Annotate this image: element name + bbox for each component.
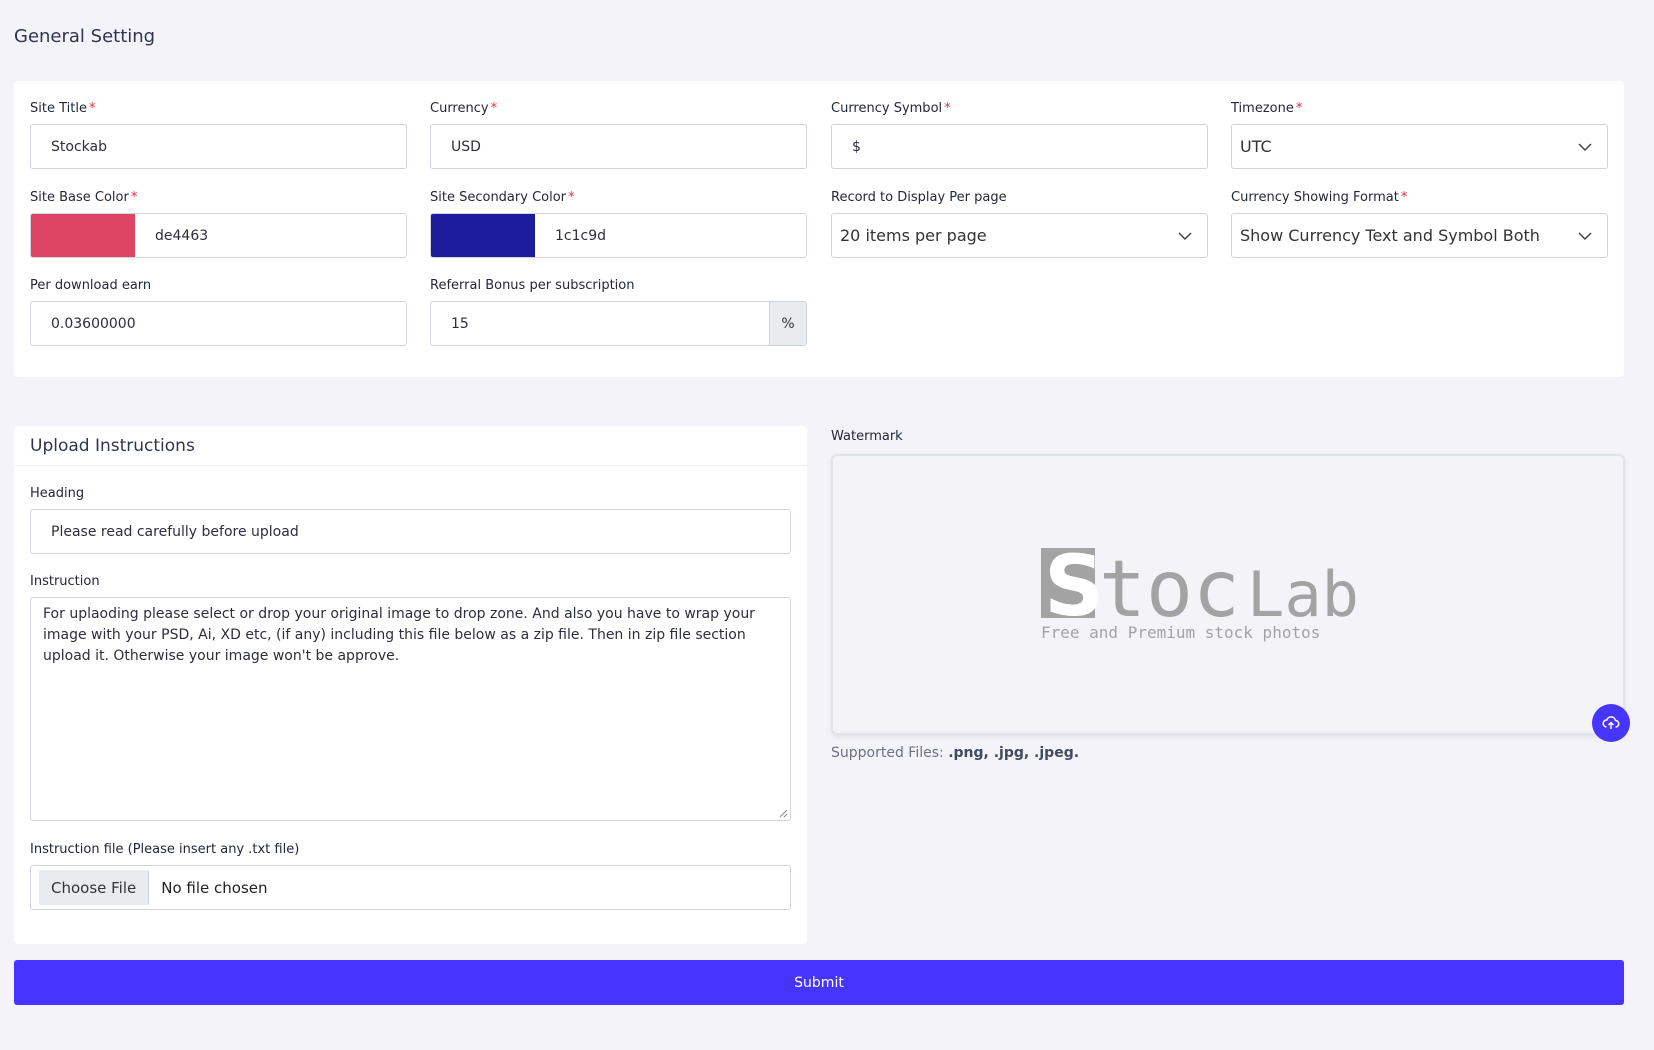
watermark-label: Watermark (831, 429, 903, 444)
per-download-earn-label: Per download earn (30, 278, 152, 293)
heading-field: Heading Please read carefully before upl… (30, 484, 791, 554)
referral-bonus-field: Referral Bonus per subscription 15 % (430, 276, 807, 346)
instruction-textarea[interactable]: For uplaoding please select or drop your… (30, 597, 791, 821)
site-base-color-input[interactable]: de4463 (30, 213, 407, 258)
timezone-select[interactable]: UTC (1231, 124, 1608, 169)
site-title-input[interactable]: Stockab (30, 124, 407, 169)
currency-format-select[interactable]: Show Currency Text and Symbol Both (1231, 213, 1608, 258)
site-secondary-color-label: Site Secondary Color * (430, 190, 575, 205)
svg-text:Free and Premium stock photos: Free and Premium stock photos (1041, 623, 1320, 642)
page-title: General Setting (14, 26, 156, 47)
records-per-page-label: Record to Display Per page (831, 190, 1007, 205)
site-secondary-color-input[interactable]: 1c1c9d (430, 213, 807, 258)
currency-symbol-label: Currency Symbol * (831, 101, 951, 116)
currency-input[interactable]: USD (430, 124, 807, 169)
site-title-label: Site Title * (30, 101, 96, 116)
chevron-down-icon (1178, 232, 1192, 241)
chevron-down-icon (1578, 232, 1592, 241)
no-file-text: No file chosen (161, 878, 268, 897)
timezone-label: Timezone * (1231, 101, 1303, 116)
submit-button[interactable]: Submit (14, 960, 1624, 1005)
site-base-color-label: Site Base Color * (30, 190, 138, 205)
records-per-page-field: Record to Display Per page 20 items per … (831, 188, 1208, 258)
stoclab-logo: S toc Lab Free and Premium stock photos (1041, 548, 1359, 642)
percent-addon: % (769, 302, 806, 345)
currency-format-field: Currency Showing Format * Show Currency T… (1231, 188, 1608, 258)
resize-handle-icon[interactable] (778, 808, 788, 818)
records-per-page-select[interactable]: 20 items per page (831, 213, 1208, 258)
instruction-file-label: Instruction file (Please insert any .txt… (30, 842, 300, 857)
svg-text:toc: toc (1099, 548, 1240, 635)
site-secondary-color-field: Site Secondary Color * 1c1c9d (430, 188, 807, 258)
currency-symbol-input[interactable]: $ (831, 124, 1208, 169)
instruction-file-input[interactable]: Choose File No file chosen (30, 865, 791, 910)
heading-label: Heading (30, 486, 85, 501)
upload-instructions-title: Upload Instructions (14, 426, 807, 466)
currency-symbol-field: Currency Symbol * $ (831, 99, 1208, 169)
per-download-earn-field: Per download earn 0.03600000 (30, 276, 407, 346)
instruction-field: Instruction For uplaoding please select … (30, 572, 791, 821)
choose-file-button[interactable]: Choose File (39, 870, 150, 905)
instruction-label: Instruction (30, 574, 100, 589)
per-download-earn-input[interactable]: 0.03600000 (30, 301, 407, 346)
svg-text:Lab: Lab (1247, 558, 1359, 631)
svg-text:S: S (1044, 548, 1105, 635)
timezone-field: Timezone * UTC (1231, 99, 1608, 169)
supported-files-note: Supported Files: .png, .jpg, .jpeg. (831, 745, 1080, 761)
watermark-dropzone[interactable]: S toc Lab Free and Premium stock photos (831, 454, 1625, 735)
base-color-swatch[interactable] (31, 214, 135, 257)
heading-input[interactable]: Please read carefully before upload (30, 509, 791, 554)
referral-bonus-label: Referral Bonus per subscription (430, 278, 635, 293)
upload-watermark-button[interactable] (1592, 704, 1630, 742)
cloud-upload-icon (1602, 716, 1620, 729)
currency-field: Currency * USD (430, 99, 807, 169)
general-settings-card: Site Title * Stockab Currency * USD Curren… (14, 81, 1624, 377)
referral-bonus-input[interactable]: 15 % (430, 301, 807, 346)
instruction-file-field: Instruction file (Please insert any .txt… (30, 840, 791, 910)
site-title-field: Site Title * Stockab (30, 99, 407, 169)
currency-label: Currency * (430, 101, 498, 116)
secondary-color-swatch[interactable] (431, 214, 535, 257)
upload-instructions-card: Upload Instructions Heading Please read … (14, 426, 807, 944)
currency-format-label: Currency Showing Format * (1231, 190, 1408, 205)
site-base-color-field: Site Base Color * de4463 (30, 188, 407, 258)
chevron-down-icon (1578, 143, 1592, 152)
